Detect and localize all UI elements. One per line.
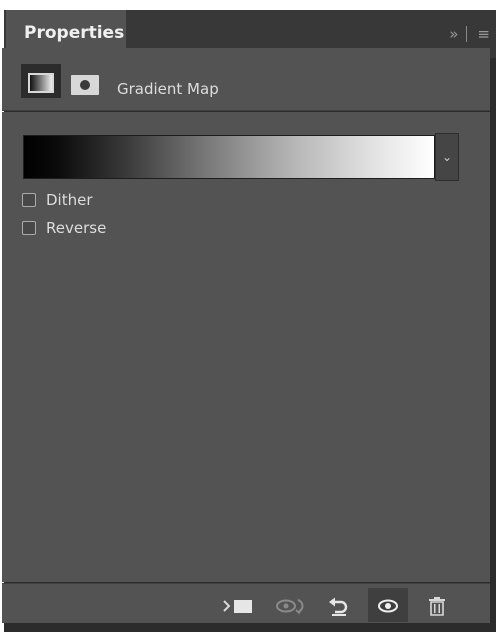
clip-to-layer-icon[interactable]: [222, 596, 256, 616]
trash-icon[interactable]: [426, 596, 448, 616]
view-previous-state-icon[interactable]: [274, 596, 310, 616]
properties-content: [2, 112, 490, 582]
chevron-down-icon: ⌄: [441, 150, 453, 164]
dither-option[interactable]: Dither: [22, 190, 93, 210]
reverse-label: Reverse: [46, 219, 107, 237]
reverse-option[interactable]: Reverse: [22, 218, 106, 238]
layer-mask-icon[interactable]: [71, 75, 99, 95]
gradient-preview[interactable]: [23, 135, 435, 179]
collapse-panel-icon[interactable]: »: [449, 25, 458, 43]
adjustment-title: Gradient Map: [117, 80, 219, 98]
dither-checkbox[interactable]: [22, 193, 36, 207]
gradient-map-adjustment-icon[interactable]: [21, 64, 61, 98]
dither-label: Dither: [46, 191, 93, 209]
reverse-checkbox[interactable]: [22, 221, 36, 235]
gradient-swatch-glyph: [28, 73, 54, 93]
panel-menu-icon[interactable]: ≡: [477, 25, 490, 43]
tab-controls-divider: [466, 26, 468, 42]
visibility-eye-icon[interactable]: [376, 596, 400, 616]
gradient-picker-dropdown[interactable]: ⌄: [435, 133, 459, 181]
mask-circle-glyph: [80, 80, 90, 90]
reset-icon[interactable]: [326, 596, 352, 616]
